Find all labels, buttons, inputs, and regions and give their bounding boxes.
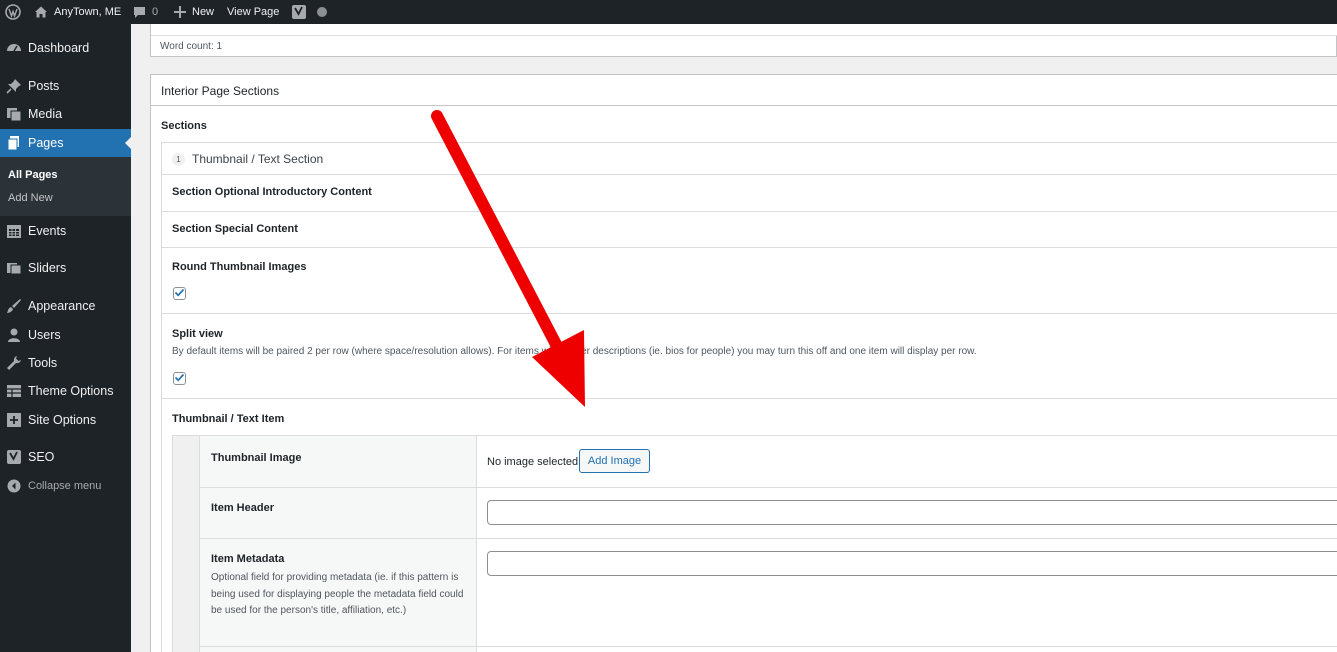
checkmark-icon <box>174 370 185 388</box>
menu-label: Site Options <box>28 413 97 427</box>
active-indicator <box>125 137 131 149</box>
site-name: AnyTown, ME <box>54 6 122 18</box>
menu-label: Theme Options <box>28 384 114 398</box>
wordpress-logo-icon[interactable] <box>5 0 21 24</box>
interior-page-sections-metabox: Interior Page Sections Sections 1 Thumbn… <box>150 74 1337 652</box>
menu-tools[interactable]: Tools <box>0 349 131 377</box>
no-image-text: No image selected <box>487 456 579 468</box>
yoast-icon <box>6 449 22 465</box>
collapse-arrow-icon <box>6 478 22 494</box>
admin-sidebar: Dashboard Posts Media Pages All Pages Ad… <box>0 24 131 652</box>
submenu-add-new[interactable]: Add New <box>8 192 53 204</box>
split-view-label: Split view <box>172 328 223 340</box>
menu-users[interactable]: Users <box>0 321 131 349</box>
menu-media[interactable]: Media <box>0 100 131 128</box>
site-name-link[interactable]: AnyTown, ME <box>34 0 121 24</box>
round-thumbnail-label: Round Thumbnail Images <box>172 261 307 273</box>
intro-content-label: Section Optional Introductory Content <box>172 186 372 198</box>
split-view-description: By default items will be paired 2 per ro… <box>172 346 977 357</box>
new-content-link[interactable]: New <box>174 0 214 24</box>
submenu-all-pages[interactable]: All Pages <box>8 169 58 181</box>
menu-label: Tools <box>28 356 58 370</box>
menu-label: Pages <box>28 136 64 150</box>
round-thumbnail-checkbox[interactable] <box>173 287 186 300</box>
menu-sliders[interactable]: Sliders <box>0 254 131 282</box>
paintbrush-icon <box>6 298 22 314</box>
editor-status-bar: Word count: 1 <box>150 24 1337 57</box>
grid-icon <box>6 383 22 399</box>
word-count: Word count: 1 <box>160 41 223 52</box>
menu-label: Appearance <box>28 299 96 313</box>
section-number-badge: 1 <box>172 153 185 166</box>
item-header-input[interactable] <box>487 500 1337 525</box>
menu-pages[interactable]: Pages <box>0 129 131 157</box>
calendar-icon <box>6 223 22 239</box>
pushpin-icon <box>6 78 22 94</box>
split-view-checkbox[interactable] <box>173 372 186 385</box>
repeater-item: Thumbnail Image No image selected Add Im… <box>172 435 1337 652</box>
new-label: New <box>192 6 215 18</box>
menu-theme-options[interactable]: Theme Options <box>0 377 131 405</box>
thumbnail-text-item-label: Thumbnail / Text Item <box>172 413 285 425</box>
yoast-seo-menu[interactable] <box>291 0 327 24</box>
item-metadata-description: Optional field for providing metadata (i… <box>211 572 464 616</box>
yoast-icon <box>291 4 307 20</box>
item-header-label: Item Header <box>211 502 274 514</box>
view-page-link[interactable]: View Page <box>227 0 279 24</box>
menu-label: Users <box>28 328 61 342</box>
menu-label: Sliders <box>28 261 67 275</box>
field-labels-column <box>200 436 477 652</box>
item-metadata-label: Item Metadata <box>211 553 285 565</box>
menu-dashboard[interactable]: Dashboard <box>0 34 131 62</box>
dashboard-icon <box>6 40 22 56</box>
menu-site-options[interactable]: Site Options <box>0 406 131 434</box>
menu-label: Events <box>28 224 67 238</box>
repeater-drag-handle[interactable] <box>173 436 200 652</box>
comments-count: 0 <box>152 6 159 18</box>
plus-box-icon <box>6 412 22 428</box>
add-image-button[interactable]: Add Image <box>579 449 650 473</box>
menu-posts[interactable]: Posts <box>0 72 131 100</box>
menu-appearance[interactable]: Appearance <box>0 292 131 320</box>
section-box: 1 Thumbnail / Text Section Section Optio… <box>161 142 1337 652</box>
section-title[interactable]: Thumbnail / Text Section <box>192 152 323 166</box>
menu-label: Media <box>28 107 63 121</box>
menu-label: Posts <box>28 79 60 93</box>
media-icon <box>6 106 22 122</box>
menu-label: Dashboard <box>28 41 90 55</box>
comments-link[interactable]: 0 <box>133 0 158 24</box>
wrench-icon <box>6 355 22 371</box>
comment-icon <box>133 6 146 19</box>
view-page-label: View Page <box>227 6 280 18</box>
thumbnail-image-label: Thumbnail Image <box>211 452 302 464</box>
seo-status-dot-icon <box>317 7 327 17</box>
menu-label: SEO <box>28 450 55 464</box>
collapse-menu-button[interactable]: Collapse menu <box>0 472 131 500</box>
pages-icon <box>6 135 22 151</box>
home-icon <box>34 5 48 19</box>
slides-icon <box>6 260 22 276</box>
special-content-label: Section Special Content <box>172 223 298 235</box>
users-icon <box>6 327 22 343</box>
collapse-label: Collapse menu <box>28 480 102 492</box>
admin-bar: AnyTown, ME 0 New View Page <box>0 0 1337 24</box>
pages-submenu: All Pages Add New <box>0 157 131 216</box>
sections-label: Sections <box>161 120 207 132</box>
menu-seo[interactable]: SEO <box>0 443 131 471</box>
checkmark-icon <box>174 285 185 303</box>
menu-events[interactable]: Events <box>0 217 131 245</box>
item-metadata-input[interactable] <box>487 551 1337 576</box>
metabox-title[interactable]: Interior Page Sections <box>161 84 279 98</box>
plus-icon <box>174 6 186 18</box>
